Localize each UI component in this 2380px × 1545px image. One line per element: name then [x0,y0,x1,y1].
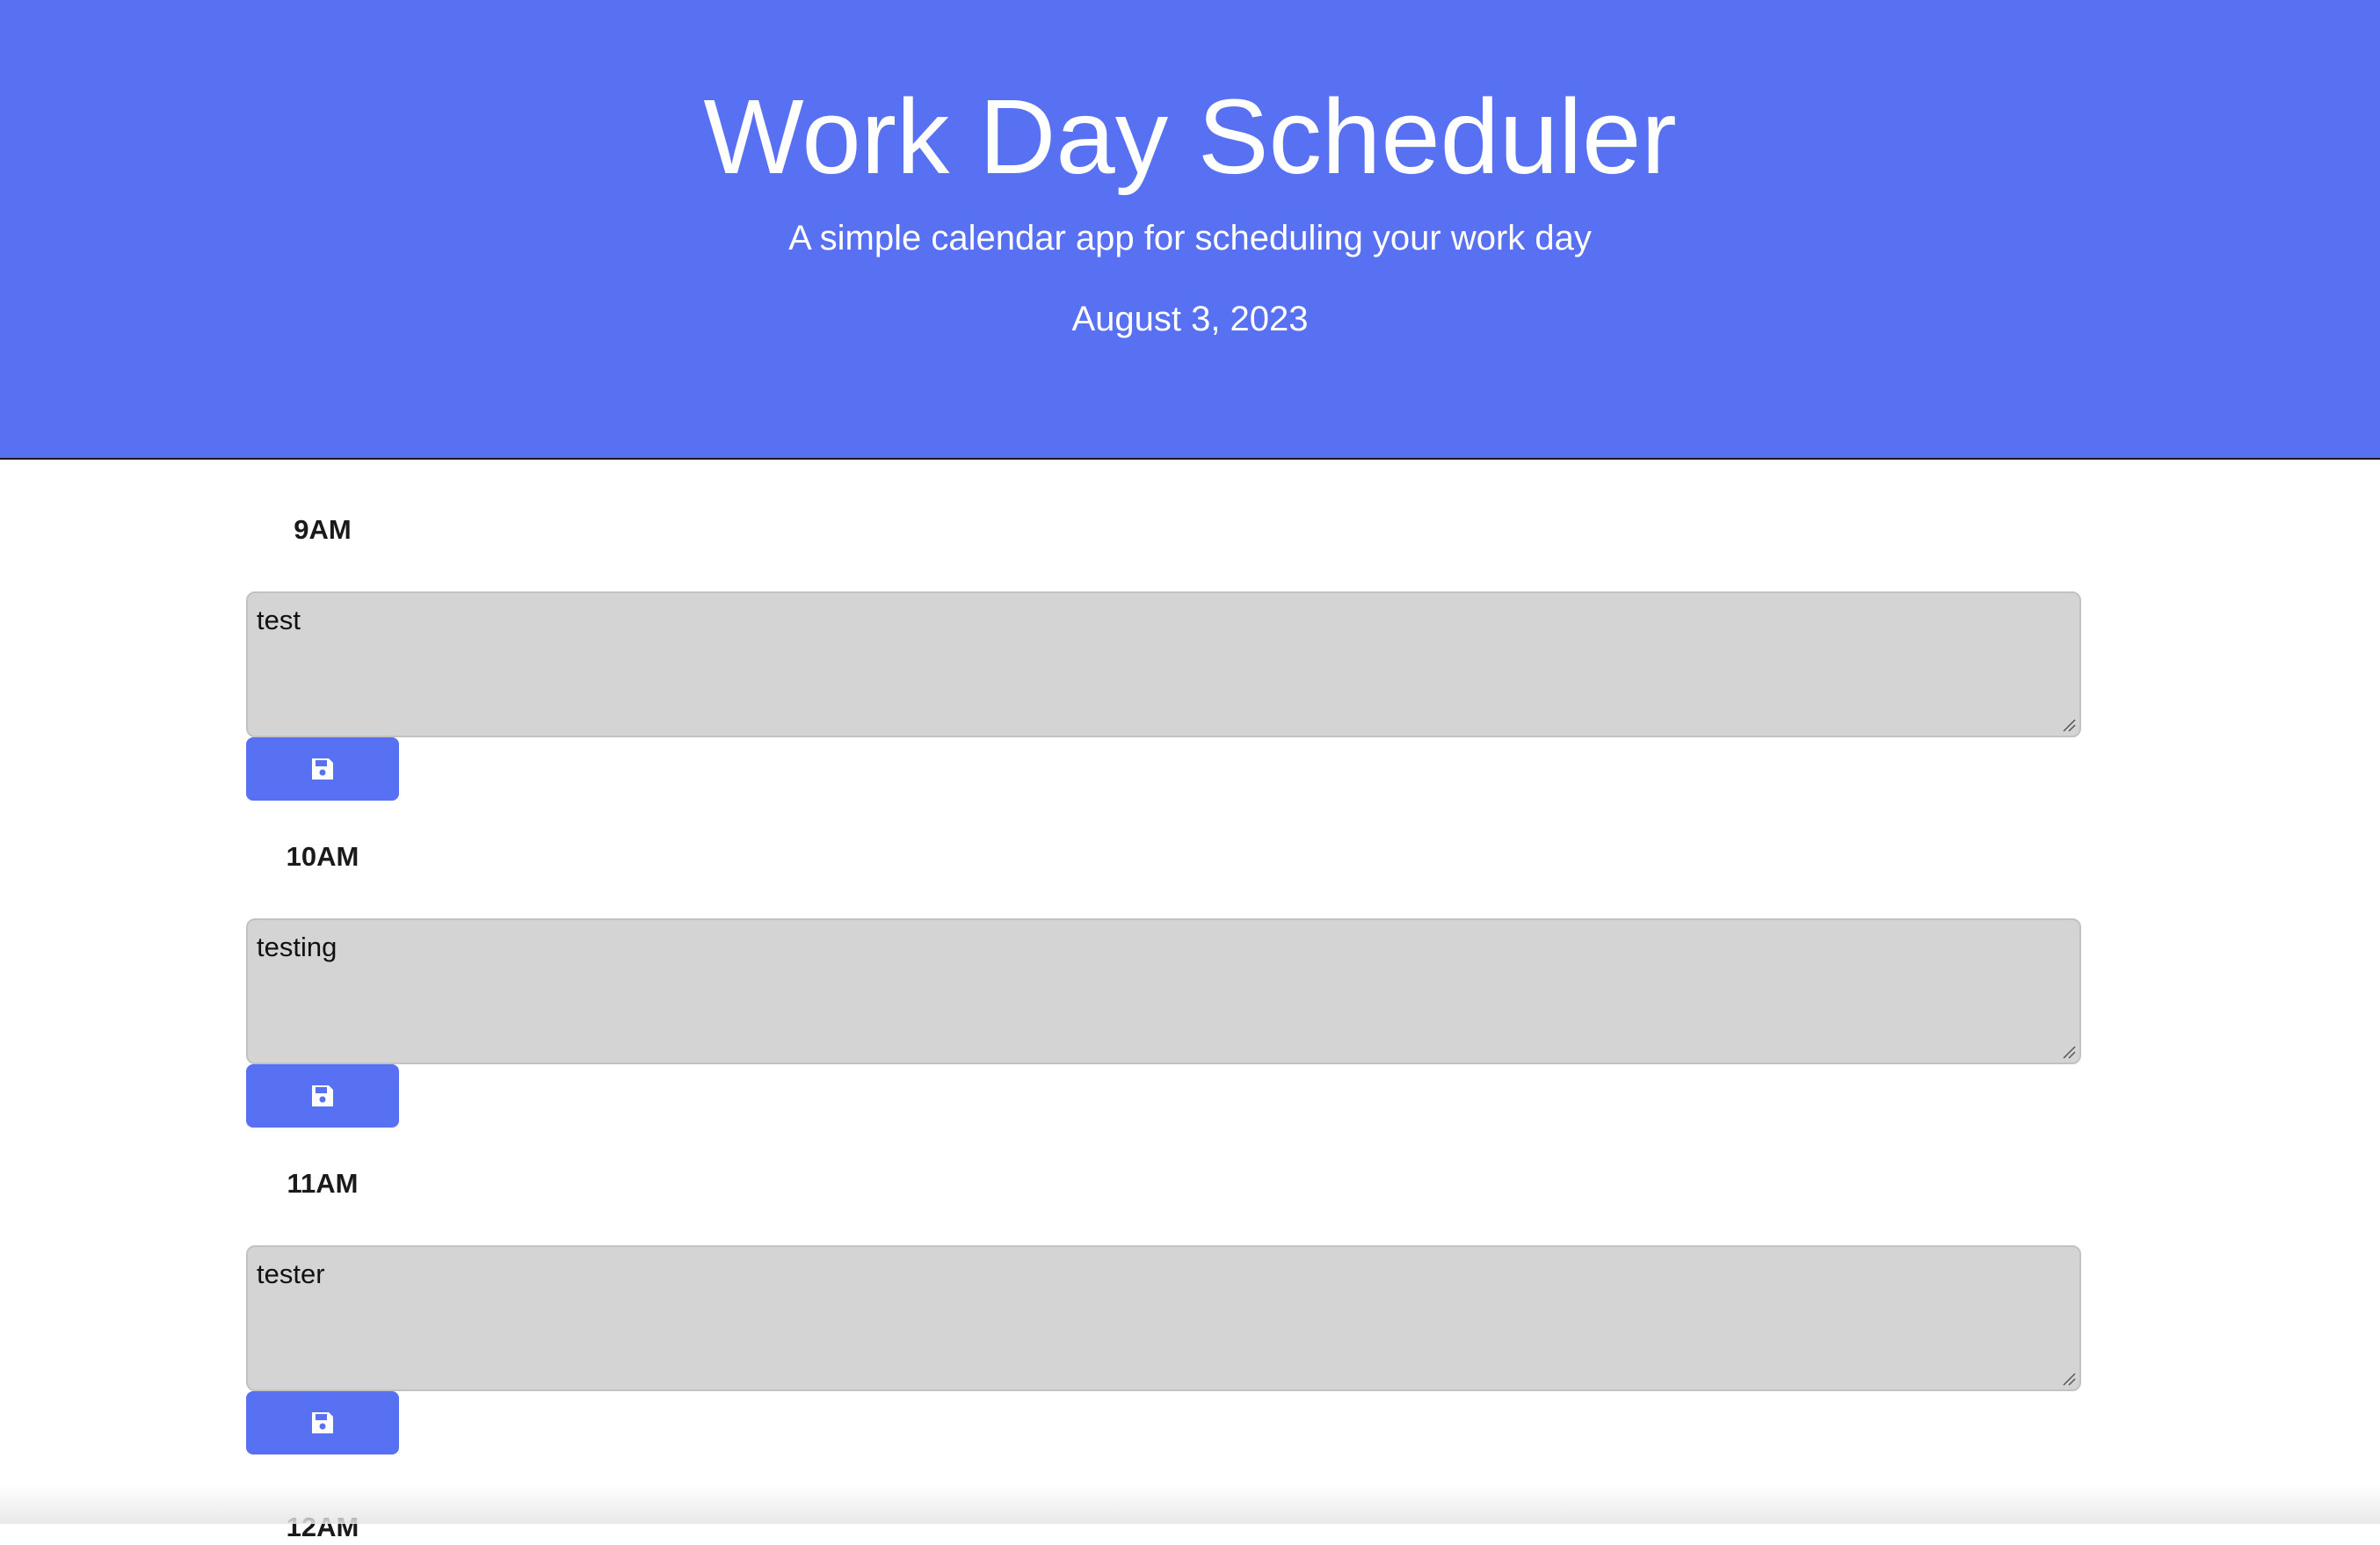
save-button[interactable] [246,737,399,801]
hour-label: 10AM [286,841,359,872]
resize-handle-icon[interactable] [2060,1043,2076,1059]
time-block-9am: 9AM test [246,482,2081,801]
page-header: Work Day Scheduler A simple calendar app… [0,0,2380,460]
scroll-fade [0,1485,2380,1524]
resize-handle-icon[interactable] [2060,716,2076,732]
description-text: testing [257,932,337,962]
current-date: August 3, 2023 [1071,300,1309,338]
hour-label: 11AM [287,1168,359,1199]
resize-handle-icon[interactable] [2060,1370,2076,1386]
description-text: tester [257,1258,325,1289]
save-button[interactable] [246,1064,399,1128]
floppy-disk-icon [312,1412,333,1433]
floppy-disk-icon [312,758,333,780]
page-subtitle: A simple calendar app for scheduling you… [788,219,1592,258]
save-button[interactable] [246,1391,399,1454]
hour-label: 9AM [294,514,352,545]
floppy-disk-icon [312,1085,333,1106]
description-text: test [257,605,301,635]
time-block-10am: 10AM testing [246,809,2081,1128]
page-title: Work Day Scheduler [703,76,1677,196]
description-textarea[interactable]: testing [246,918,2081,1064]
description-textarea[interactable]: test [246,591,2081,737]
description-textarea[interactable]: tester [246,1245,2081,1391]
time-block-11am: 11AM tester [246,1135,2081,1454]
